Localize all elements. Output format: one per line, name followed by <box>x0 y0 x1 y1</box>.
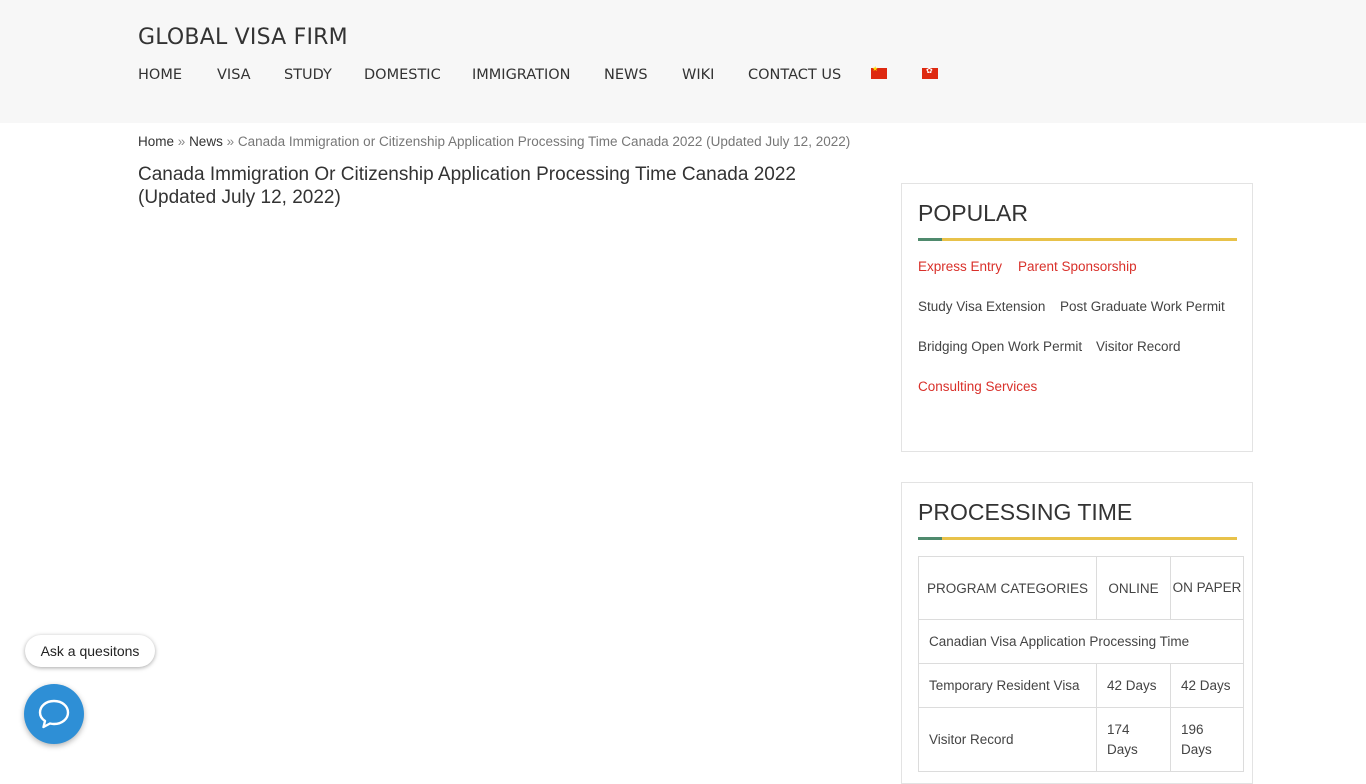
cn-flag-icon[interactable] <box>871 65 887 79</box>
tag-parent-sponsorship[interactable]: Parent Sponsorship <box>1018 259 1137 274</box>
row-online: 174 Days <box>1096 707 1171 772</box>
row-paper: 196 Days <box>1170 707 1244 772</box>
breadcrumb-news[interactable]: News <box>189 134 223 149</box>
header-program-categories: PROGRAM CATEGORIES <box>918 556 1097 620</box>
processing-widget-title: PROCESSING TIME <box>918 499 1133 525</box>
chat-bubble-icon <box>38 699 70 729</box>
site-header: GLOBAL VISA FIRM HOME VISA STUDY DOMESTI… <box>0 0 1366 123</box>
header-online: ONLINE <box>1096 556 1171 620</box>
popular-widget: POPULAR Express Entry Parent Sponsorship… <box>901 183 1253 452</box>
breadcrumb-home[interactable]: Home <box>138 134 174 149</box>
chat-button[interactable] <box>24 684 84 744</box>
table-section-row: Canadian Visa Application Processing Tim… <box>918 619 1244 664</box>
breadcrumb-separator: » <box>226 134 235 149</box>
page-title: Canada Immigration Or Citizenship Applic… <box>138 164 796 208</box>
table-header-row: PROGRAM CATEGORIES ONLINE ON PAPER <box>918 556 1244 620</box>
breadcrumb: Home » News » Canada Immigration or Citi… <box>138 134 850 149</box>
nav-immigration[interactable]: IMMIGRATION <box>472 67 570 83</box>
tag-bridging-open-work-permit[interactable]: Bridging Open Work Permit <box>918 339 1082 354</box>
hk-flag-icon[interactable] <box>922 66 938 79</box>
table-row: Visitor Record 174 Days 196 Days <box>918 707 1244 772</box>
tag-post-graduate-work-permit[interactable]: Post Graduate Work Permit <box>1060 299 1225 314</box>
nav-news[interactable]: NEWS <box>604 67 648 83</box>
tag-express-entry[interactable]: Express Entry <box>918 259 1002 274</box>
ask-question-bubble[interactable]: Ask a quesitons <box>25 635 155 667</box>
tag-study-visa-extension[interactable]: Study Visa Extension <box>918 299 1045 314</box>
tag-visitor-record[interactable]: Visitor Record <box>1096 339 1181 354</box>
nav-domestic[interactable]: DOMESTIC <box>364 67 441 83</box>
row-paper: 42 Days <box>1170 663 1244 708</box>
table-row: Temporary Resident Visa 42 Days 42 Days <box>918 663 1244 708</box>
section-label: Canadian Visa Application Processing Tim… <box>918 619 1244 664</box>
row-name: Visitor Record <box>918 707 1097 772</box>
processing-time-table: PROGRAM CATEGORIES ONLINE ON PAPER Canad… <box>918 556 1244 772</box>
processing-time-widget: PROCESSING TIME PROGRAM CATEGORIES ONLIN… <box>901 482 1253 784</box>
nav-home[interactable]: HOME <box>138 67 182 83</box>
nav-wiki[interactable]: WIKI <box>682 67 714 83</box>
row-name: Temporary Resident Visa <box>918 663 1097 708</box>
nav-contact-us[interactable]: CONTACT US <box>748 67 841 83</box>
popular-widget-title: POPULAR <box>918 200 1028 226</box>
nav-visa[interactable]: VISA <box>217 67 251 83</box>
tag-consulting-services[interactable]: Consulting Services <box>918 379 1037 394</box>
row-online: 42 Days <box>1096 663 1171 708</box>
site-title[interactable]: GLOBAL VISA FIRM <box>138 25 348 50</box>
nav-study[interactable]: STUDY <box>284 67 332 83</box>
header-on-paper: ON PAPER <box>1170 556 1244 620</box>
widget-underline <box>918 238 1237 241</box>
breadcrumb-current: Canada Immigration or Citizenship Applic… <box>237 134 851 149</box>
widget-underline <box>918 537 1237 540</box>
breadcrumb-separator: » <box>177 134 186 149</box>
